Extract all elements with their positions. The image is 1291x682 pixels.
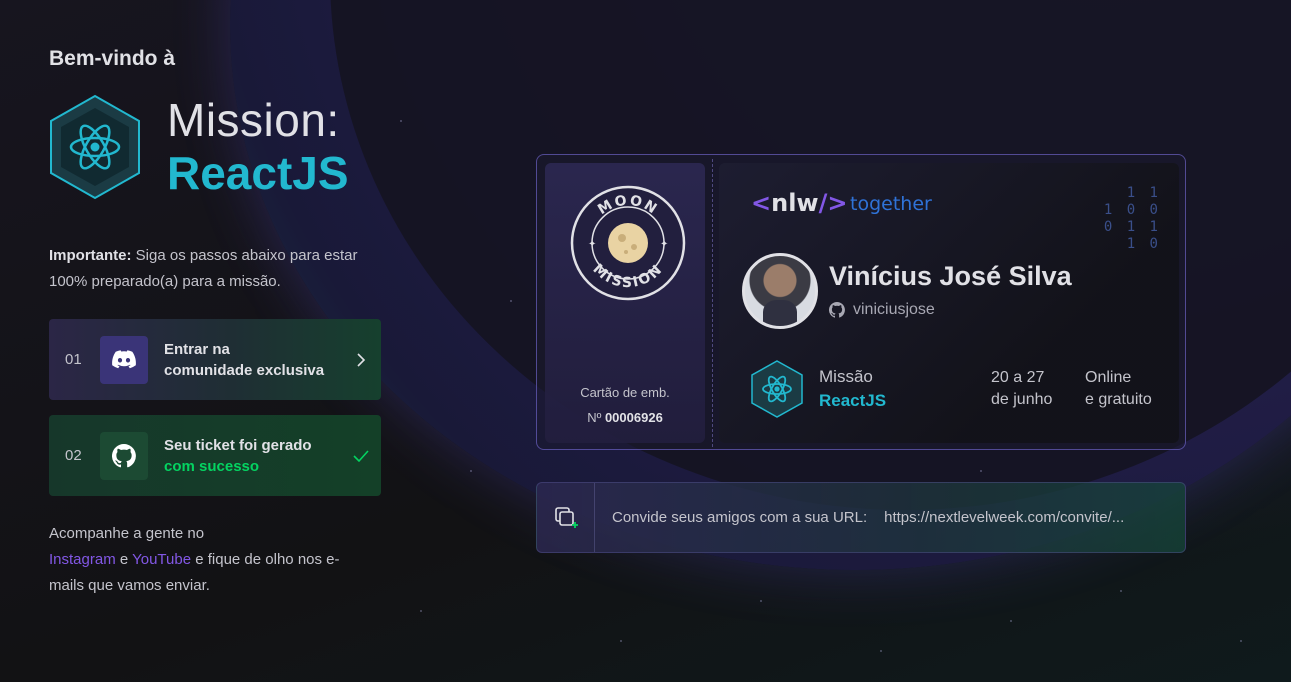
- copy-link-icon[interactable]: [537, 483, 595, 552]
- together-logo: together: [850, 193, 932, 215]
- event-mode: Online e gratuito: [1085, 369, 1152, 408]
- nlw-logo: <nlw/>: [751, 189, 848, 217]
- welcome-text: Bem-vindo à: [49, 47, 176, 70]
- check-icon: [341, 449, 381, 462]
- invite-bar[interactable]: Convide seus amigos com a sua URL: https…: [536, 482, 1186, 553]
- avatar: [742, 253, 818, 329]
- ticket-divider: [712, 159, 713, 447]
- step-number: 01: [65, 351, 82, 368]
- instagram-link[interactable]: Instagram: [49, 551, 116, 568]
- youtube-link[interactable]: YouTube: [132, 551, 191, 568]
- user-name: Vinícius José Silva: [829, 261, 1072, 291]
- react-hexagon-logo-icon: [50, 94, 140, 200]
- card-caption: Cartão de emb.: [580, 385, 670, 400]
- step-discord[interactable]: 01 Entrar na comunidade exclusiva: [49, 319, 381, 400]
- invite-label: Convide seus amigos com a sua URL:: [612, 509, 868, 526]
- page-subtitle: ReactJS: [167, 147, 349, 199]
- page-title: Mission:: [167, 94, 340, 146]
- step-label: Entrar na comunidade exclusiva: [164, 340, 325, 379]
- ticket-main: <nlw/> together 1 11 0 00 1 11 0 Viníciu…: [719, 163, 1179, 443]
- ticket-stub: MOON MISSION ✦ ✦ Cartão de emb. Nº 00006…: [545, 163, 705, 443]
- follow-text: Acompanhe a gente no Instagram e YouTube…: [49, 525, 340, 594]
- invite-url[interactable]: https://nextlevelweek.com/convite/...: [884, 509, 1154, 526]
- chevron-right-icon[interactable]: [341, 352, 381, 368]
- success-text: com sucesso: [164, 457, 260, 475]
- svg-text:✦: ✦: [588, 239, 596, 250]
- discord-icon: [100, 335, 148, 384]
- react-hexagon-icon: [751, 360, 803, 418]
- github-username: viniciusjose: [829, 301, 935, 319]
- github-icon: [829, 302, 845, 318]
- mission-value: ReactJS: [819, 391, 887, 410]
- mission-label: Missão: [819, 367, 873, 386]
- moon-mission-seal-icon: MOON MISSION ✦ ✦: [570, 185, 686, 301]
- github-icon: [100, 431, 148, 480]
- important-note: Importante: Siga os passos abaixo para e…: [49, 247, 358, 290]
- step-number: 02: [65, 447, 82, 464]
- step-github[interactable]: 02 Seu ticket foi gerado com sucesso: [49, 415, 381, 496]
- svg-text:✦: ✦: [660, 239, 668, 250]
- card-number: Nº 00006926: [587, 410, 663, 425]
- ticket-card: MOON MISSION ✦ ✦ Cartão de emb. Nº 00006…: [536, 154, 1186, 450]
- step-label: Seu ticket foi gerado com sucesso: [164, 436, 312, 475]
- event-date: 20 a 27 de junho: [991, 369, 1053, 408]
- binary-decoration: 1 11 0 00 1 11 0: [1103, 185, 1161, 252]
